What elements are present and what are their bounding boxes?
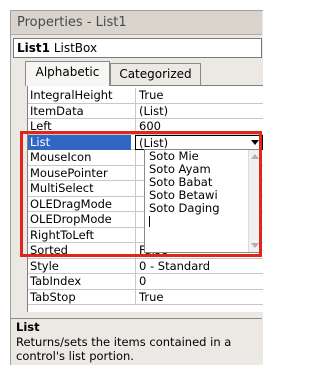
property-value[interactable]: True <box>135 88 263 103</box>
scroll-down-arrow-icon[interactable] <box>251 243 259 248</box>
property-value: (List) <box>139 135 169 150</box>
property-name: MouseIcon <box>30 150 92 164</box>
list-item[interactable]: Soto Daging <box>145 202 261 215</box>
property-value[interactable]: 0 <box>135 274 263 289</box>
property-name: MultiSelect <box>30 181 94 195</box>
property-row[interactable]: IntegralHeight True <box>28 88 263 104</box>
property-name: ItemData <box>30 103 84 118</box>
property-name: Sorted <box>30 243 68 257</box>
property-name: Left <box>30 119 52 133</box>
dropdown-arrow-icon[interactable] <box>248 135 262 149</box>
window-title: Properties - List1 <box>11 11 262 35</box>
description-text: Returns/sets the items contained in a co… <box>16 335 232 363</box>
property-row[interactable]: TabStop True <box>28 289 263 305</box>
property-name: TabStop <box>30 289 76 304</box>
property-name: RightToLeft <box>30 227 95 242</box>
property-value[interactable]: True <box>135 289 263 305</box>
description-title: List <box>16 320 40 334</box>
dropdown-scrollbar[interactable] <box>248 150 261 252</box>
tab-alphabetic[interactable]: Alphabetic <box>25 61 110 86</box>
property-name: List <box>28 134 131 150</box>
list-items-dropdown[interactable]: Soto Mie Soto Ayam Soto Babat Soto Betaw… <box>144 149 262 253</box>
property-value[interactable]: 0 - Standard <box>135 258 263 274</box>
property-name: OLEDragMode <box>30 196 112 211</box>
object-selector[interactable]: List1 ListBox <box>13 38 262 58</box>
tab-categorized[interactable]: Categorized <box>110 63 201 85</box>
text-caret <box>149 216 150 227</box>
property-value[interactable]: (List) <box>135 103 263 119</box>
property-name: IntegralHeight <box>30 88 113 102</box>
property-value[interactable]: 600 <box>135 119 263 134</box>
property-name: Style <box>30 258 59 273</box>
property-row[interactable]: Style 0 - Standard <box>28 258 263 274</box>
description-pane: List Returns/sets the items contained in… <box>11 318 262 365</box>
property-row[interactable]: ItemData (List) <box>28 103 263 119</box>
property-row[interactable]: TabIndex 0 <box>28 274 263 290</box>
property-name: OLEDropMode <box>30 212 112 226</box>
scroll-up-arrow-icon[interactable] <box>251 154 259 159</box>
property-value-editor[interactable]: (List) <box>135 134 263 150</box>
property-name: MousePointer <box>30 165 108 180</box>
object-type: ListBox <box>53 41 98 55</box>
property-name: TabIndex <box>30 274 82 288</box>
property-row[interactable]: Left 600 <box>28 119 263 135</box>
property-row-selected[interactable]: List (List) <box>28 134 263 150</box>
object-name: List1 <box>17 41 50 55</box>
